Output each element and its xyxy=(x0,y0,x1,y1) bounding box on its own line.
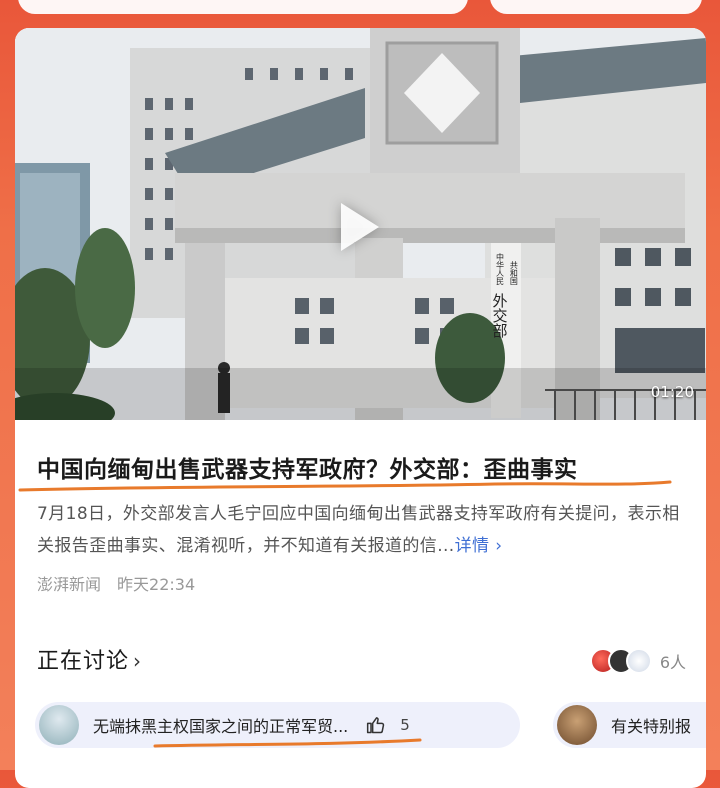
title-underline xyxy=(18,480,672,492)
topic-underline xyxy=(153,738,422,748)
summary-text: 7月18日，外交部发言人毛宁回应中国向缅甸出售武器支持军政府有关提问，表示相关报… xyxy=(37,504,680,556)
more-link[interactable]: 详情 xyxy=(455,536,490,556)
news-card[interactable]: 中华人民 共和国 外交部 01:20 中国向缅甸出售武器支持军政府？外交部：歪曲… xyxy=(15,28,706,788)
topic-text: 有关特别报 xyxy=(611,717,692,736)
participant-count: 6人 xyxy=(659,653,686,672)
video-thumbnail[interactable]: 中华人民 共和国 外交部 01:20 xyxy=(15,28,706,420)
video-duration: 01:20 xyxy=(650,383,694,401)
top-tab-right[interactable] xyxy=(490,0,702,14)
article-meta: 澎湃新闻 昨天22:34 xyxy=(37,571,195,595)
article-summary: 7月18日，外交部发言人毛宁回应中国向缅甸出售武器支持军政府有关提问，表示相关报… xyxy=(37,498,685,562)
sign-line-2: 共和国 xyxy=(509,261,519,285)
sign-line-1: 中华人民 xyxy=(495,253,505,285)
participants[interactable]: 6人 xyxy=(589,648,686,674)
discussion-topic[interactable]: 有关特别报 xyxy=(553,702,706,748)
topic-text: 无端抹黑主权国家之间的正常军贸... xyxy=(93,717,349,736)
thumbs-up-icon xyxy=(367,717,385,734)
chevron-right-icon: › xyxy=(133,649,143,673)
sign-line-3: 外交部 xyxy=(490,292,509,338)
discussion-heading-label: 正在讨论 xyxy=(37,649,130,674)
chevron-right-icon[interactable]: › xyxy=(489,536,502,556)
top-tab-left[interactable] xyxy=(18,0,468,14)
article-time: 昨天22:34 xyxy=(117,575,196,594)
building-sign: 中华人民 共和国 外交部 xyxy=(491,253,521,338)
avatar xyxy=(625,648,652,674)
avatar xyxy=(557,705,597,745)
like-button[interactable]: 5 xyxy=(366,715,410,735)
avatar xyxy=(39,705,79,745)
play-icon[interactable] xyxy=(341,203,379,251)
discussion-heading[interactable]: 正在讨论 › xyxy=(37,643,142,675)
article-source[interactable]: 澎湃新闻 xyxy=(37,575,101,594)
like-count: 5 xyxy=(400,716,410,734)
